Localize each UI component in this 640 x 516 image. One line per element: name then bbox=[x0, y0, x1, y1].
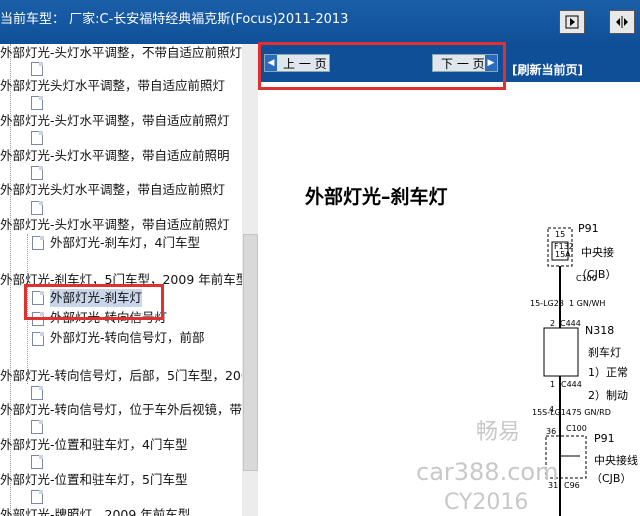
split-arrows-icon bbox=[616, 16, 628, 28]
nav-highlight-box bbox=[258, 42, 506, 90]
tree-item[interactable]: 外部灯光-头灯水平调整，不带自适应前照灯 bbox=[0, 44, 242, 62]
pin-label: 15 bbox=[555, 230, 566, 239]
pin-label: 36 bbox=[546, 427, 557, 436]
component-label: N318 bbox=[585, 324, 615, 337]
vehicle-model-title: 当前车型： 厂家:C-长安福特经典福克斯(Focus)2011-2013 bbox=[0, 12, 349, 27]
tree-item[interactable]: 外部灯光-头灯水平调整，带自适应前照灯 bbox=[0, 216, 230, 234]
pin-label: 1 bbox=[550, 380, 556, 389]
tree-item[interactable]: 外部灯光-转向信号灯，后部，5门车型，2009 bbox=[0, 367, 257, 385]
wire-color-label: 1 GN/WH bbox=[569, 299, 606, 308]
split-arrows-button[interactable] bbox=[609, 10, 635, 34]
document-tree: 外部灯光-头灯水平调整，不带自适应前照灯 外部灯光头灯水平调整，带自适应前照灯 … bbox=[0, 44, 258, 516]
arrow-right-button[interactable] bbox=[559, 10, 585, 34]
document-icon bbox=[31, 490, 43, 504]
tree-item[interactable]: 外部灯光头灯水平调整，带自适应前照灯 bbox=[0, 77, 225, 95]
document-icon bbox=[31, 62, 43, 76]
tree-item[interactable]: 外部灯光-牌照灯，2009 年前车型 bbox=[0, 506, 190, 516]
tree-item[interactable]: 外部灯光-头灯水平调整，带自适应前照明 bbox=[0, 147, 230, 165]
scrollbar-thumb[interactable] bbox=[243, 234, 258, 471]
wire-label: 15-LG23 bbox=[530, 299, 564, 308]
tree-item[interactable]: 外部灯光-转向信号灯，位于车外后视镜，带 bbox=[0, 401, 242, 419]
legend-item: 1）正常 bbox=[588, 366, 628, 379]
document-icon bbox=[31, 420, 43, 434]
document-icon bbox=[31, 166, 43, 180]
connector-label: C100 bbox=[566, 424, 587, 433]
tree-scrollbar[interactable] bbox=[242, 44, 258, 516]
connector-label: P91 bbox=[578, 222, 599, 235]
document-icon bbox=[32, 236, 44, 250]
component-label: 刹车灯 bbox=[588, 346, 621, 359]
wire-label: 15S-LG14 bbox=[532, 408, 571, 417]
watermark: 畅易 bbox=[476, 420, 521, 445]
wire-color-label: .75 GN/RD bbox=[569, 408, 611, 417]
connector-label: C444 bbox=[561, 380, 582, 389]
tree-item[interactable]: 外部灯光-位置和驻车灯，5门车型 bbox=[0, 471, 187, 489]
watermark: CY2016 bbox=[444, 490, 529, 515]
document-icon bbox=[32, 332, 44, 346]
document-icon bbox=[31, 96, 43, 110]
tree-item[interactable]: 外部灯光-转向信号灯，前部 bbox=[50, 329, 205, 347]
component-label: 中央接 bbox=[581, 246, 614, 259]
connector-label: C96 bbox=[564, 481, 580, 490]
component-label: （CJB） bbox=[591, 472, 632, 485]
component-label: 中央接线 bbox=[594, 454, 638, 467]
tree-item[interactable]: 外部灯光-头灯水平调整，带自适应前照灯 bbox=[0, 112, 230, 130]
legend-item: 2）制动 bbox=[588, 389, 628, 402]
document-icon bbox=[31, 386, 43, 400]
document-icon bbox=[31, 131, 43, 145]
document-viewer: ◀ 上 一 页 下 一 页 ▶ [刷新当前页] 外部灯光–刹车灯 P91 中央接… bbox=[258, 44, 640, 516]
connector-label: C444 bbox=[560, 319, 581, 328]
arrow-right-icon bbox=[565, 15, 579, 29]
tree-item[interactable]: 外部灯光-刹车灯，4门车型 bbox=[50, 234, 200, 252]
connector-label: C100 bbox=[576, 274, 597, 283]
connector-label: P91 bbox=[594, 432, 615, 445]
document-icon bbox=[31, 201, 43, 215]
watermark: car388.com bbox=[416, 458, 559, 486]
tree-item[interactable]: 外部灯光头灯水平调整，带自适应前照灯 bbox=[0, 181, 225, 199]
fuse-rating: 15A bbox=[555, 250, 571, 259]
tree-item[interactable]: 外部灯光-位置和驻车灯，4门车型 bbox=[0, 436, 187, 454]
pin-label: 2 bbox=[550, 319, 556, 328]
document-icon bbox=[31, 455, 43, 469]
selection-highlight-box bbox=[24, 284, 164, 320]
window-header: 当前车型： 厂家:C-长安福特经典福克斯(Focus)2011-2013 bbox=[0, 0, 640, 44]
